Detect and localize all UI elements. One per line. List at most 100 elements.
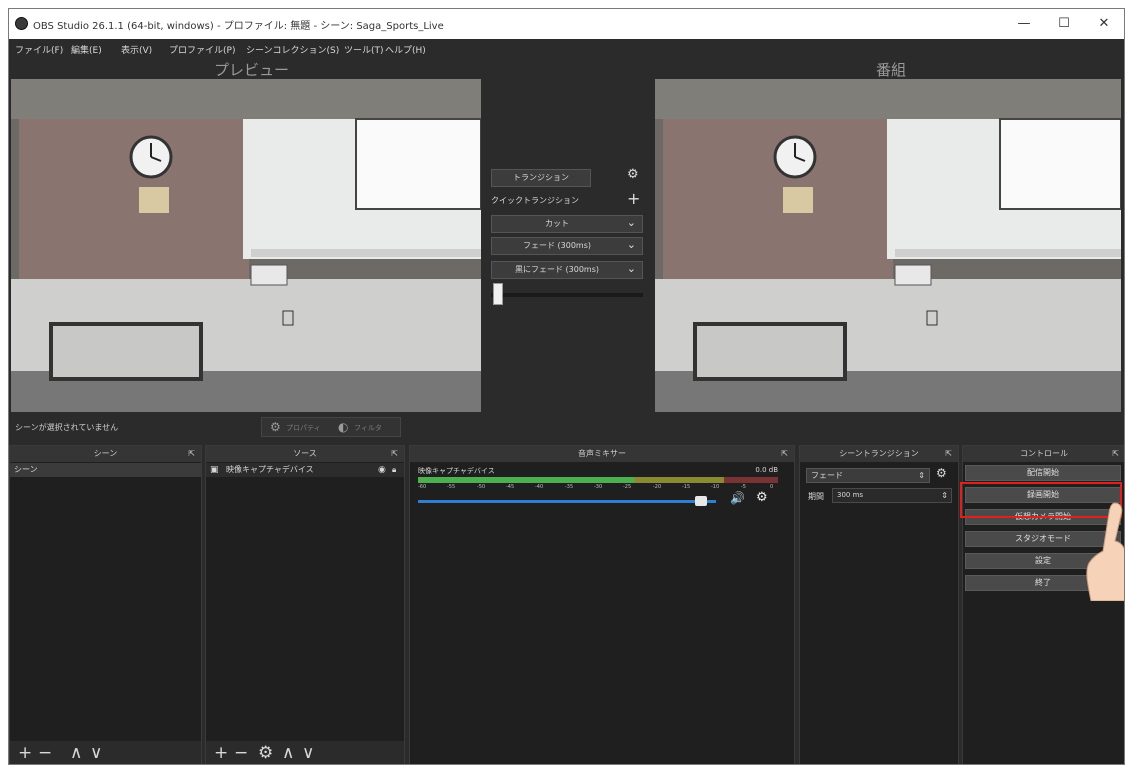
source-list-item-label: 映像キャプチャデバイス	[226, 465, 314, 474]
controls-dock-title: コントロール	[1020, 449, 1068, 458]
pointing-hand-icon	[1086, 502, 1124, 601]
t-bar-handle[interactable]	[493, 283, 503, 305]
duration-label: 期間	[808, 492, 824, 501]
quick-transition-fade-to-black[interactable]: 黒にフェード (300ms) ⌄	[491, 261, 643, 279]
scene-transitions-dock-title: シーントランジション	[839, 449, 919, 458]
transition-settings-gear-icon[interactable]: ⚙	[627, 167, 639, 182]
mixer-channel-name: 映像キャプチャデバイス	[418, 467, 495, 475]
program-canvas	[655, 79, 1121, 412]
transition-button[interactable]: トランジション	[491, 169, 591, 187]
title-bar: OBS Studio 26.1.1 (64-bit, windows) - プロ…	[9, 9, 1124, 39]
dock-pin-icon[interactable]: ⇱	[945, 446, 952, 462]
scenes-dock-title: シーン	[93, 449, 118, 458]
transition-properties-gear-icon[interactable]: ⚙	[936, 466, 947, 480]
scene-list-item[interactable]: シーン	[10, 463, 201, 477]
move-scene-up-button[interactable]: ∧	[70, 743, 82, 763]
menu-scene-collection[interactable]: シーンコレクション(S)	[246, 43, 339, 56]
source-properties-gear-icon[interactable]: ⚙	[258, 743, 273, 763]
menu-file[interactable]: ファイル(F)	[15, 43, 63, 56]
scenes-dock-header: シーン ⇱	[10, 446, 201, 462]
sources-dock-footer: + − ⚙ ∧ ∨	[206, 741, 404, 764]
program-heading: 番組	[876, 61, 907, 79]
spin-arrows-icon: ⇕	[941, 491, 948, 500]
menu-tools[interactable]: ツール(T)	[344, 43, 384, 56]
add-source-button[interactable]: +	[214, 743, 228, 763]
minimize-button[interactable]: —	[1009, 13, 1039, 35]
quick-transition-fade-label: フェード (300ms)	[522, 241, 591, 250]
move-source-down-button[interactable]: ∨	[302, 743, 314, 763]
filters-button[interactable]: フィルタ	[354, 423, 382, 433]
scene-transitions-dock-header: シーントランジション ⇱	[800, 446, 958, 462]
mixer-level-text: 0.0 dB	[755, 466, 778, 474]
quick-transition-fade-to-black-label: 黒にフェード (300ms)	[514, 265, 599, 274]
meter-scale-tick: -55	[447, 484, 456, 490]
meter-scale-tick: -15	[682, 484, 691, 490]
meter-scale-tick: -25	[623, 484, 632, 490]
volume-meter-scale: -60 -55 -50 -45 -40 -35 -30 -25 -20 -15 -10 -5 0	[418, 484, 778, 492]
meter-scale-tick: -35	[565, 484, 574, 490]
volume-meter-green	[418, 477, 634, 483]
quick-transition-fade[interactable]: フェード (300ms) ⌄	[491, 237, 643, 255]
t-bar-track[interactable]	[491, 293, 643, 297]
move-source-up-button[interactable]: ∧	[282, 743, 294, 763]
close-button[interactable]: ✕	[1089, 13, 1119, 35]
meter-scale-tick: -40	[535, 484, 544, 490]
scene-transitions-dock: シーントランジション ⇱ フェード ⇕ ⚙ 期間 300 ms ⇕	[799, 445, 959, 764]
menu-help[interactable]: ヘルプ(H)	[385, 43, 426, 56]
sources-dock-title: ソース	[293, 449, 317, 458]
dock-pin-icon[interactable]: ⇱	[188, 446, 195, 462]
audio-mixer-dock: 音声ミキサー ⇱ 映像キャプチャデバイス 0.0 dB -60 -55 -50 -45…	[409, 445, 795, 764]
maximize-button[interactable]: ☐	[1049, 13, 1079, 35]
volume-fader-handle[interactable]	[695, 496, 707, 506]
remove-scene-button[interactable]: −	[38, 743, 52, 763]
meter-scale-tick: -30	[594, 484, 603, 490]
transition-select[interactable]: フェード ⇕	[806, 468, 930, 483]
add-scene-button[interactable]: +	[18, 743, 32, 763]
filters-icon[interactable]: ◐	[338, 420, 348, 434]
preview-camera-image	[11, 79, 481, 412]
meter-scale-tick: -45	[506, 484, 515, 490]
select-arrows-icon: ⇕	[918, 471, 925, 480]
add-quick-transition-icon[interactable]: +	[627, 189, 640, 208]
properties-gear-icon[interactable]: ⚙	[270, 420, 281, 434]
dock-pin-icon[interactable]: ⇱	[1112, 446, 1119, 462]
volume-fader-track[interactable]	[418, 500, 716, 503]
preview-canvas[interactable]	[11, 79, 481, 412]
no-scene-selected-label: シーンが選択されていません	[15, 423, 119, 432]
lock-icon[interactable]: 🔒︎	[392, 463, 396, 477]
mixer-settings-gear-icon[interactable]: ⚙	[756, 490, 768, 505]
duration-value: 300 ms	[837, 491, 864, 499]
source-list-item[interactable]: ▣ 映像キャプチャデバイス ◉ 🔒︎	[206, 463, 404, 477]
quick-transition-cut-label: カット	[545, 219, 569, 228]
meter-scale-tick: -50	[477, 484, 486, 490]
meter-scale-tick: 0	[770, 484, 774, 490]
mute-speaker-icon[interactable]: 🔊	[730, 491, 745, 505]
controls-dock-header: コントロール ⇱	[963, 446, 1124, 462]
start-streaming-button[interactable]: 配信開始	[965, 465, 1121, 481]
sources-dock-header: ソース ⇱	[206, 446, 404, 462]
meter-scale-tick: -60	[418, 484, 427, 490]
remove-source-button[interactable]: −	[234, 743, 248, 763]
audio-mixer-dock-header: 音声ミキサー ⇱	[410, 446, 794, 462]
quick-transition-cut[interactable]: カット ⌄	[491, 215, 643, 233]
meter-scale-tick: -10	[711, 484, 720, 490]
duration-spinbox[interactable]: 300 ms ⇕	[832, 488, 952, 503]
menu-view[interactable]: 表示(V)	[121, 43, 152, 56]
visibility-eye-icon[interactable]: ◉	[378, 463, 386, 477]
transition-select-value: フェード	[811, 471, 843, 480]
properties-button[interactable]: プロパティ	[286, 423, 321, 433]
chevron-down-icon: ⌄	[626, 238, 636, 251]
meter-scale-tick: -5	[741, 484, 746, 490]
dock-pin-icon[interactable]: ⇱	[391, 446, 398, 462]
menu-bar: ファイル(F) 編集(E) 表示(V) プロファイル(P) シーンコレクション(…	[9, 39, 1124, 59]
volume-meter	[418, 477, 778, 483]
obs-logo-icon	[15, 17, 28, 30]
volume-meter-yellow	[634, 477, 724, 483]
dock-pin-icon[interactable]: ⇱	[781, 446, 788, 462]
move-scene-down-button[interactable]: ∨	[90, 743, 102, 763]
menu-profile[interactable]: プロファイル(P)	[169, 43, 235, 56]
program-camera-image	[655, 79, 1121, 412]
chevron-down-icon: ⌄	[626, 262, 636, 275]
quick-transitions-label: クイックトランジション	[491, 196, 579, 205]
menu-edit[interactable]: 編集(E)	[71, 43, 102, 56]
